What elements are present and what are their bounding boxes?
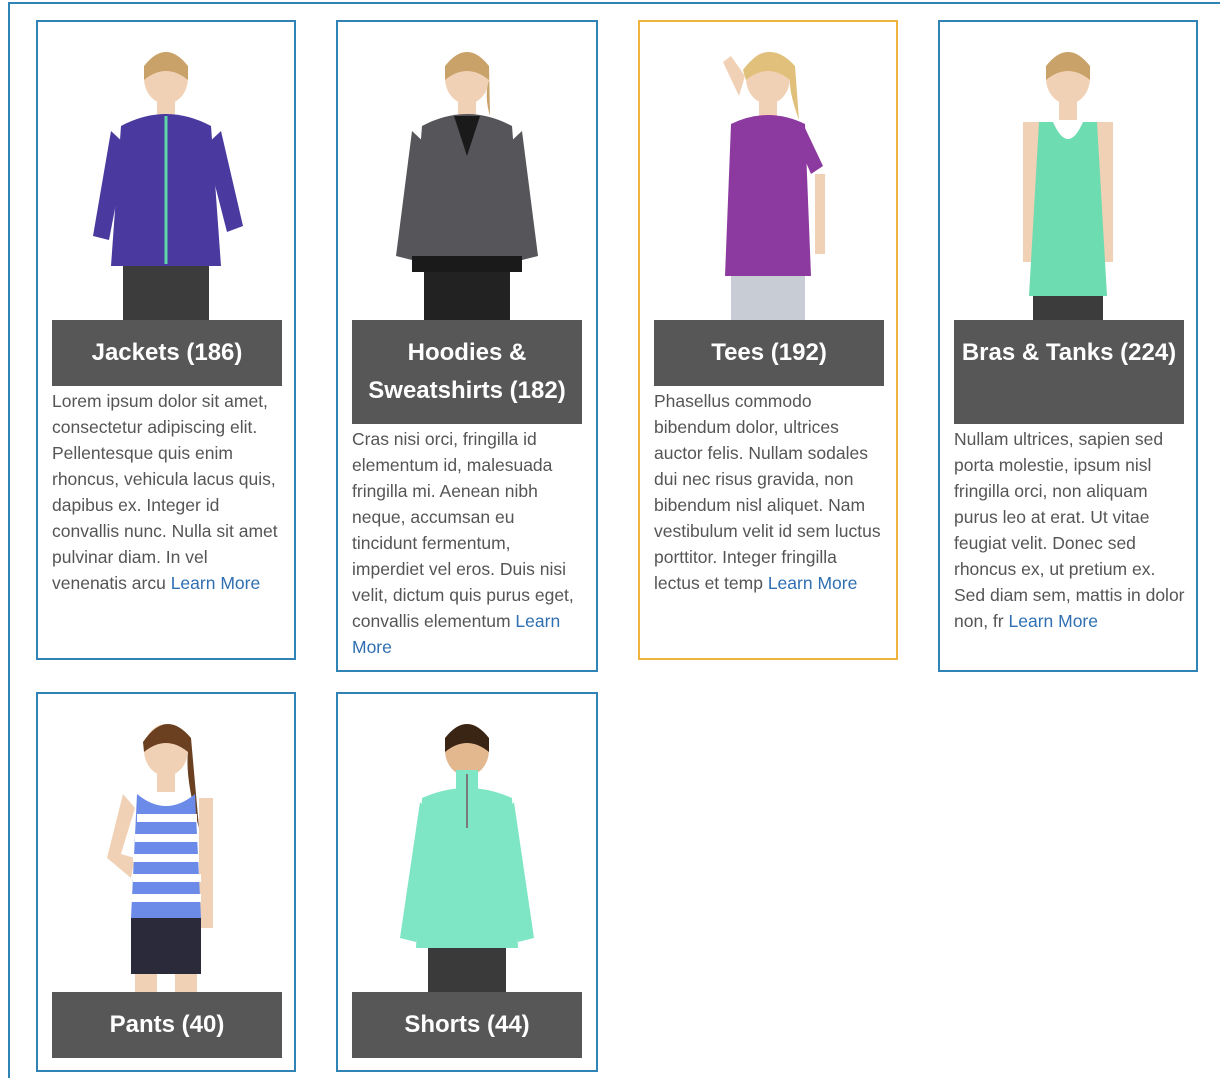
- model-figure-icon: [723, 51, 825, 326]
- model-figure-icon: [1023, 52, 1113, 326]
- category-title-jackets[interactable]: Jackets (186): [52, 320, 282, 386]
- category-card-hoodies-sweatshirts[interactable]: Hoodies & Sweatshirts (182) Cras nisi or…: [336, 20, 598, 672]
- product-image-shorts[interactable]: [372, 708, 562, 998]
- product-image-tees[interactable]: [673, 36, 863, 326]
- description-text: Nullam ultrices, sapien sed porta molest…: [954, 429, 1185, 631]
- learn-more-link-tees[interactable]: Learn More: [768, 573, 858, 593]
- category-description-jackets: Lorem ipsum dolor sit amet, consectetur …: [52, 388, 284, 596]
- model-figure-icon: [396, 52, 538, 326]
- category-title-hoodies[interactable]: Hoodies & Sweatshirts (182): [352, 320, 582, 424]
- description-text: Cras nisi orci, fringilla id elementum i…: [352, 429, 574, 631]
- category-card-shorts[interactable]: Shorts (44): [336, 692, 598, 1072]
- learn-more-link-bras-tanks[interactable]: Learn More: [1009, 611, 1099, 631]
- product-image-bras-tanks[interactable]: [973, 36, 1163, 326]
- description-text: Lorem ipsum dolor sit amet, consectetur …: [52, 391, 278, 593]
- category-title-tees[interactable]: Tees (192): [654, 320, 884, 386]
- category-card-pants[interactable]: Pants (40): [36, 692, 296, 1072]
- product-image-jackets[interactable]: [71, 36, 261, 326]
- category-title-bras-tanks[interactable]: Bras & Tanks (224): [954, 320, 1184, 424]
- model-figure-icon: [400, 724, 534, 998]
- category-title-shorts[interactable]: Shorts (44): [352, 992, 582, 1058]
- model-figure-icon: [107, 723, 213, 998]
- category-card-tees[interactable]: Tees (192) Phasellus commodo bibendum do…: [638, 20, 898, 660]
- product-image-hoodies[interactable]: [372, 36, 562, 326]
- category-title-pants[interactable]: Pants (40): [52, 992, 282, 1058]
- category-description-tees: Phasellus commodo bibendum dolor, ultric…: [654, 388, 886, 596]
- category-card-jackets[interactable]: Jackets (186) Lorem ipsum dolor sit amet…: [36, 20, 296, 660]
- description-text: Phasellus commodo bibendum dolor, ultric…: [654, 391, 881, 593]
- category-description-hoodies: Cras nisi orci, fringilla id elementum i…: [352, 426, 584, 660]
- product-image-pants[interactable]: [71, 708, 261, 998]
- category-description-bras-tanks: Nullam ultrices, sapien sed porta molest…: [954, 426, 1186, 634]
- learn-more-link-jackets[interactable]: Learn More: [171, 573, 261, 593]
- category-card-bras-tanks[interactable]: Bras & Tanks (224) Nullam ultrices, sapi…: [938, 20, 1198, 672]
- model-figure-icon: [93, 52, 243, 326]
